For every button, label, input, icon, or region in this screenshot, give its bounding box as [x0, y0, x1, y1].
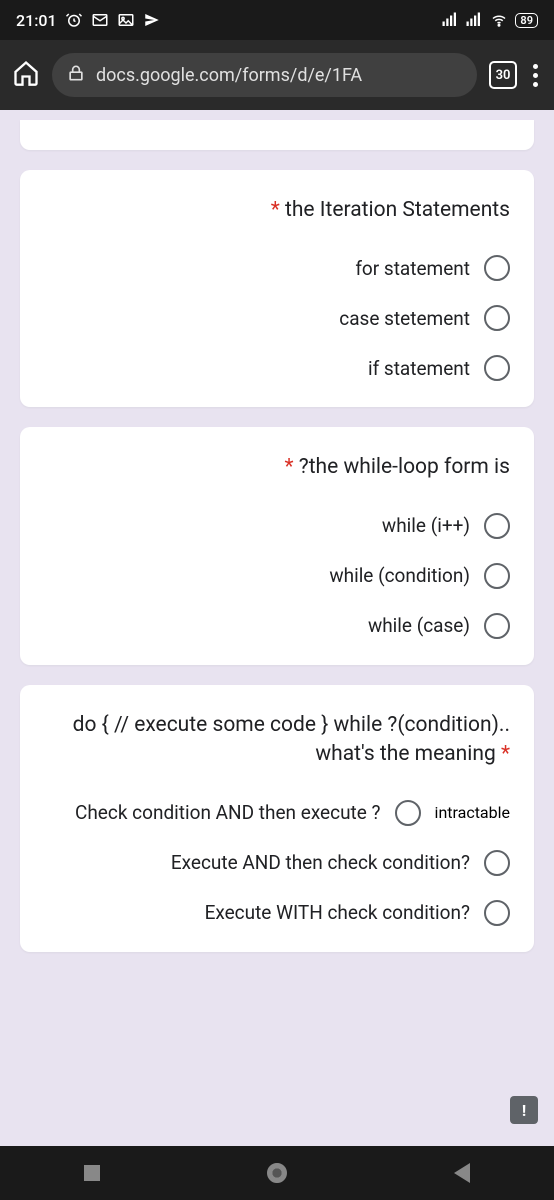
status-left: 21:01 [16, 11, 161, 30]
radio-option[interactable]: if statement [44, 355, 510, 381]
radio-icon [484, 850, 510, 876]
radio-icon [484, 563, 510, 589]
signal-icon-2 [465, 11, 483, 29]
recents-button[interactable] [84, 1165, 100, 1181]
more-menu-icon[interactable] [529, 60, 542, 91]
radio-icon [484, 900, 510, 926]
question-title: * the Iteration Statements [44, 196, 510, 225]
radio-option[interactable]: while (condition) [44, 563, 510, 589]
radio-option[interactable]: Execute AND then check condition? [44, 850, 510, 876]
browser-bar: docs.google.com/forms/d/e/1FA 30 [0, 40, 554, 110]
required-star: * [501, 742, 510, 766]
status-bar: 21:01 89 [0, 0, 554, 40]
question-text: do { // execute some code } while ?(cond… [73, 713, 510, 766]
previous-card-stub [20, 120, 534, 150]
radio-icon [484, 613, 510, 639]
radio-option[interactable]: Execute WITH check condition? [44, 900, 510, 926]
question-text: the Iteration Statements [285, 198, 510, 222]
radio-option[interactable]: for statement [44, 255, 510, 281]
option-label: while (case) [368, 614, 470, 637]
url-text: docs.google.com/forms/d/e/1FA [96, 65, 463, 86]
option-label: Check condition AND then execute ? [75, 801, 381, 824]
home-icon[interactable] [12, 59, 40, 91]
question-title: do { // execute some code } while ?(cond… [44, 711, 510, 770]
option-label: case stetement [339, 307, 470, 330]
option-label: Execute WITH check condition? [205, 901, 470, 924]
battery-icon: 89 [515, 13, 538, 28]
question-card: do { // execute some code } while ?(cond… [20, 685, 534, 952]
android-nav-bar [0, 1146, 554, 1200]
question-card: * ?the while-loop form is while (i++) wh… [20, 427, 534, 664]
required-star: * [285, 455, 294, 479]
question-card: * the Iteration Statements for statement… [20, 170, 534, 407]
radio-option[interactable]: while (case) [44, 613, 510, 639]
url-bar[interactable]: docs.google.com/forms/d/e/1FA [52, 53, 477, 97]
mail-icon [91, 11, 109, 29]
option-label: for statement [355, 257, 470, 280]
home-button[interactable] [267, 1163, 287, 1183]
radio-option[interactable]: Check condition AND then execute ? intra… [44, 800, 510, 826]
send-icon [143, 11, 161, 29]
form-content: * the Iteration Statements for statement… [0, 110, 554, 1146]
tab-count-button[interactable]: 30 [489, 61, 517, 89]
radio-icon [484, 513, 510, 539]
question-text: ?the while-loop form is [299, 455, 510, 479]
report-problem-icon[interactable]: ! [510, 1096, 538, 1124]
lock-icon [66, 63, 86, 88]
signal-icon [441, 11, 459, 29]
required-star: * [271, 198, 280, 222]
option-label: Execute AND then check condition? [171, 851, 470, 874]
status-right: 89 [441, 11, 538, 29]
alarm-icon [65, 11, 83, 29]
radio-icon [484, 305, 510, 331]
option-label: while (i++) [382, 514, 470, 537]
radio-option[interactable]: case stetement [44, 305, 510, 331]
image-icon [117, 11, 135, 29]
radio-icon [484, 255, 510, 281]
status-time: 21:01 [16, 11, 57, 30]
radio-icon [484, 355, 510, 381]
question-title: * ?the while-loop form is [44, 453, 510, 482]
radio-icon [395, 800, 421, 826]
back-button[interactable] [454, 1163, 470, 1183]
radio-option[interactable]: while (i++) [44, 513, 510, 539]
wifi-icon [489, 11, 509, 29]
option-label: while (condition) [329, 564, 470, 587]
option-label: if statement [368, 357, 470, 380]
